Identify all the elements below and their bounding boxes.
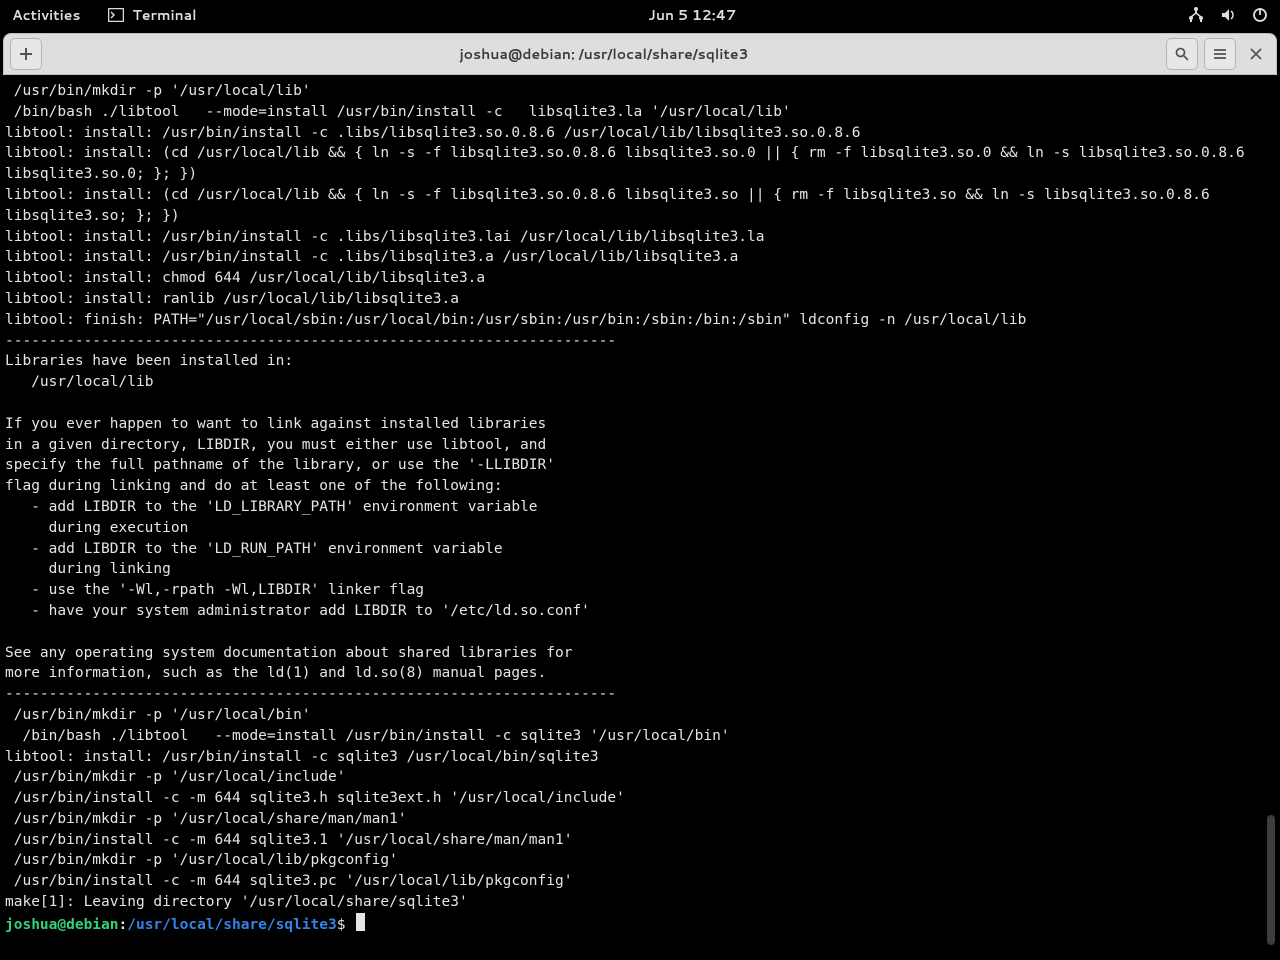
terminal-icon [108, 8, 124, 22]
scrollbar[interactable] [1265, 75, 1275, 957]
clock[interactable]: Jun 5 12:47 [648, 5, 736, 25]
volume-icon [1220, 7, 1236, 23]
terminal-window: joshua@debian: /usr/local/share/sqlite3 … [3, 33, 1277, 957]
prompt-user: joshua@debian [5, 917, 119, 933]
prompt-colon: : [119, 917, 128, 933]
close-icon [1250, 48, 1262, 60]
hamburger-icon [1213, 47, 1227, 61]
close-button[interactable] [1242, 43, 1270, 66]
window-titlebar: joshua@debian: /usr/local/share/sqlite3 [3, 33, 1277, 75]
system-status-area[interactable] [1188, 7, 1268, 23]
app-label: Terminal [132, 5, 196, 25]
menu-button[interactable] [1204, 38, 1236, 70]
terminal-viewport[interactable]: /usr/bin/mkdir -p '/usr/local/lib' /bin/… [3, 75, 1277, 957]
activities-button[interactable]: Activities [12, 5, 80, 25]
scrollbar-thumb[interactable] [1267, 815, 1275, 945]
gnome-topbar: Activities Terminal Jun 5 12:47 [0, 0, 1280, 30]
search-icon [1175, 47, 1189, 61]
window-title: joshua@debian: /usr/local/share/sqlite3 [42, 44, 1166, 64]
app-indicator[interactable]: Terminal [108, 5, 196, 25]
network-icon [1188, 7, 1204, 23]
prompt-path: /usr/local/share/sqlite3 [127, 917, 337, 933]
cursor [356, 913, 365, 931]
terminal-output: /usr/bin/mkdir -p '/usr/local/lib' /bin/… [5, 81, 1275, 913]
search-button[interactable] [1166, 38, 1198, 70]
new-tab-button[interactable] [10, 38, 42, 70]
prompt-dollar: $ [337, 917, 354, 933]
prompt-line[interactable]: joshua@debian:/usr/local/share/sqlite3$ [5, 913, 1275, 936]
power-icon [1252, 7, 1268, 23]
plus-icon [19, 47, 33, 61]
